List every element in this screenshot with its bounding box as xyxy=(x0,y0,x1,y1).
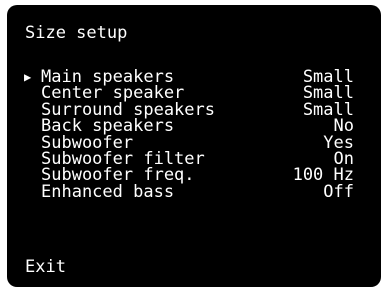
menu-item-label: Enhanced bass xyxy=(41,181,175,202)
menu-title: Size setup xyxy=(25,23,128,43)
osd-menu-screen: Size setup ▶ Main speakers Small Center … xyxy=(7,5,381,287)
menu-list: ▶ Main speakers Small Center speaker Sma… xyxy=(7,68,381,202)
exit-button[interactable]: Exit xyxy=(25,258,66,275)
menu-item-value: Off xyxy=(323,181,354,202)
menu-item-enhanced-bass[interactable]: Enhanced bass Off xyxy=(7,181,381,202)
selection-arrow-icon: ▶ xyxy=(24,70,32,84)
